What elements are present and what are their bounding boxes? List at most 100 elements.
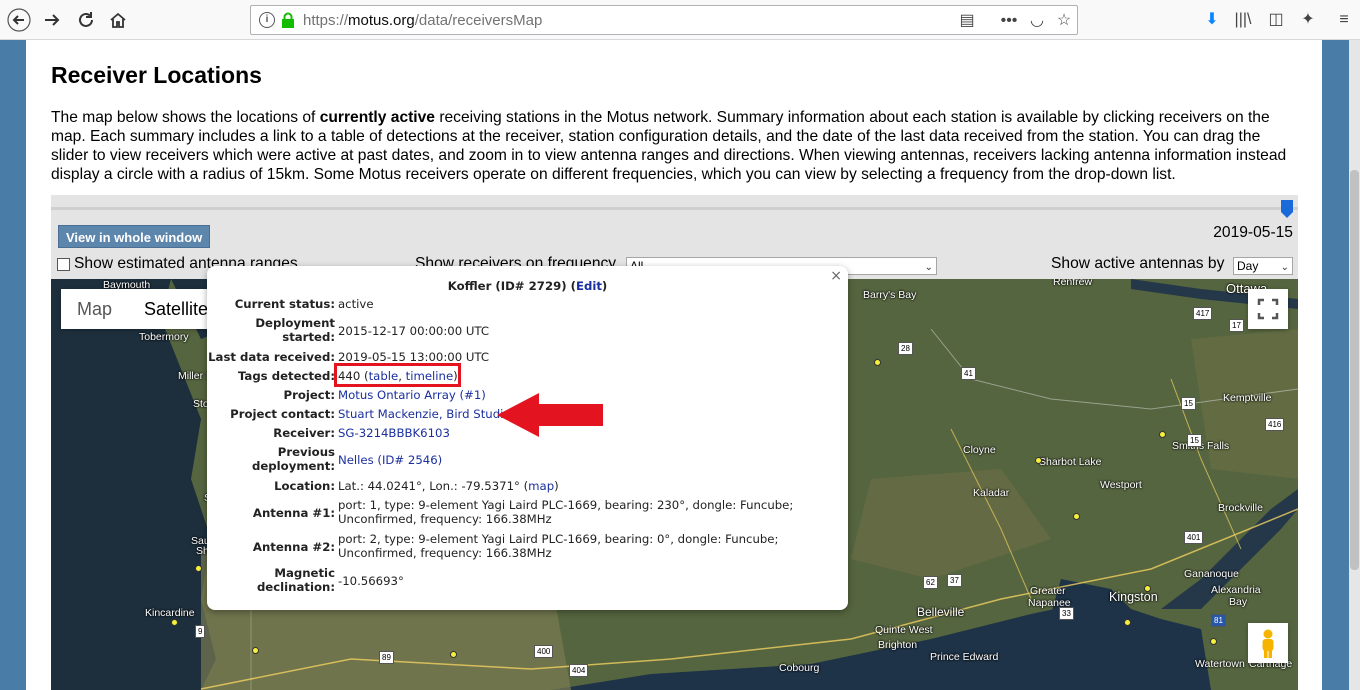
edit-link[interactable]: Edit: [576, 279, 602, 293]
map-place-label: Kemptville: [1223, 392, 1272, 404]
road-shield: 15: [1187, 434, 1202, 447]
active-antennas-value: Day: [1237, 259, 1259, 273]
fullscreen-icon: [1257, 298, 1279, 320]
info-value: 2015-12-17 00:00:00 UTC: [338, 324, 490, 338]
info-key: Last data received:: [208, 350, 335, 364]
info-key: Antenna #1:: [252, 506, 335, 520]
road-shield: 62: [923, 576, 938, 589]
info-key: Antenna #2:: [252, 540, 335, 554]
map-place-label: Quinte West: [875, 624, 933, 636]
info-key: Tags detected:: [237, 369, 335, 383]
map-place-label: Prince Edward: [930, 651, 999, 663]
info-key: Magnetic declination:: [256, 566, 335, 594]
map-place-label: Watertown: [1195, 658, 1245, 670]
previous-deployment-link[interactable]: Nelles (ID# 2546): [338, 453, 442, 467]
receiver-marker[interactable]: [195, 565, 202, 572]
pocket-icon[interactable]: ◡: [1027, 11, 1047, 31]
antenna-ranges-checkbox[interactable]: [57, 258, 70, 271]
receiver-marker[interactable]: [1124, 619, 1131, 626]
info-key: Deployment started:: [255, 316, 335, 344]
site-info-icon[interactable]: i: [259, 12, 275, 28]
view-whole-window-button[interactable]: View in whole window: [58, 225, 211, 248]
pegman-icon: [1262, 629, 1274, 658]
map-place-label: Brighton: [878, 639, 918, 651]
receiver-marker[interactable]: [171, 619, 178, 626]
map-place-label: Alexandria: [1211, 584, 1261, 596]
road-shield: 417: [1193, 307, 1213, 320]
road-shield: 9: [195, 625, 206, 638]
info-value: Lat.: 44.0241°, Lon.: -79.5371° (map): [338, 479, 838, 493]
downloads-icon[interactable]: ⬇: [1201, 9, 1223, 31]
library-icon[interactable]: |||\: [1232, 9, 1254, 31]
lock-icon[interactable]: [281, 12, 295, 28]
forward-button[interactable]: [38, 6, 66, 34]
receiver-marker[interactable]: [1073, 513, 1080, 520]
date-slider-handle[interactable]: [1281, 200, 1293, 218]
sidebar-icon[interactable]: ◫: [1265, 9, 1287, 31]
extension-icon[interactable]: ✦: [1297, 9, 1319, 31]
info-key: Receiver:: [273, 426, 335, 440]
date-slider-track[interactable]: [51, 207, 1298, 210]
project-link[interactable]: Motus Ontario Array (#1): [338, 388, 486, 402]
receiver-link[interactable]: SG-3214BBBK6103: [338, 426, 450, 440]
road-shield: 81: [1211, 614, 1226, 627]
back-arrow-icon: [7, 8, 31, 32]
map-place-label: Kingston: [1109, 590, 1158, 604]
active-antennas-select[interactable]: Day ⌄: [1233, 257, 1293, 275]
map-place-label: Sharbot Lake: [1039, 456, 1102, 468]
info-key: Previous deployment:: [252, 445, 335, 473]
station-name: Koffler (ID# 2729): [447, 279, 567, 293]
map-place-label: Kincardine: [145, 607, 195, 619]
fullscreen-button[interactable]: [1248, 289, 1288, 329]
map-place-label: Greater: [1030, 585, 1066, 597]
location-coords: Lat.: 44.0241°, Lon.: -79.5371° (: [338, 479, 529, 493]
reload-button[interactable]: [72, 6, 100, 34]
bookmark-star-icon[interactable]: ☆: [1054, 11, 1074, 31]
slider-date: 2019-05-15: [1213, 224, 1293, 241]
road-shield: 28: [898, 342, 913, 355]
page-actions-icon[interactable]: •••: [999, 11, 1019, 31]
map-place-label: Cloyne: [963, 444, 996, 456]
map-place-label: Bay: [1229, 596, 1248, 608]
street-view-button[interactable]: [1248, 623, 1288, 663]
road-shield: 416: [1265, 418, 1285, 431]
map-place-label: Westport: [1100, 479, 1142, 491]
map-place-label: Cobourg: [779, 662, 820, 674]
receiver-marker[interactable]: [874, 359, 881, 366]
road-shield: 15: [1181, 397, 1196, 410]
scrollbar-thumb[interactable]: [1350, 170, 1359, 570]
road-shield: 89: [379, 651, 394, 664]
map-place-label: Tobermory: [139, 331, 189, 343]
map-place-label: Kaladar: [973, 487, 1010, 499]
info-value: 2019-05-15 13:00:00 UTC: [338, 350, 490, 364]
receiver-marker[interactable]: [450, 651, 457, 658]
url-host: motus.org: [348, 12, 415, 29]
page-title: Receiver Locations: [51, 62, 262, 88]
map-place-label: Gananoque: [1184, 568, 1239, 580]
address-bar[interactable]: i https://motus.org/data/receiversMap ▤ …: [250, 5, 1078, 35]
active-antennas-label: Show active antennas by: [1051, 255, 1225, 272]
menu-icon[interactable]: ≡: [1333, 9, 1355, 31]
receiver-marker[interactable]: [1144, 585, 1151, 592]
map-place-label: Barry's Bay: [863, 289, 917, 301]
map-type-map-button[interactable]: Map: [61, 289, 128, 329]
home-icon: [110, 12, 126, 28]
url-text[interactable]: https://motus.org/data/receiversMap: [303, 12, 542, 29]
reader-view-icon[interactable]: ▤: [957, 11, 977, 31]
receiver-marker[interactable]: [1210, 638, 1217, 645]
info-key: Current status:: [234, 297, 335, 311]
scrollbar[interactable]: [1349, 40, 1360, 690]
intro-text-1: The map below shows the locations of: [51, 109, 320, 126]
road-shield: 17: [1229, 319, 1244, 332]
intro-bold: currently active: [319, 109, 435, 126]
receiver-marker[interactable]: [252, 647, 259, 654]
back-button[interactable]: [5, 6, 33, 34]
map-link[interactable]: map: [528, 479, 554, 493]
reload-icon: [79, 12, 93, 27]
info-value: active: [338, 297, 374, 311]
url-scheme: https://: [303, 12, 349, 29]
home-button[interactable]: [104, 6, 132, 34]
receiver-marker[interactable]: [1035, 457, 1042, 464]
receiver-marker[interactable]: [1159, 431, 1166, 438]
road-shield: 41: [961, 367, 976, 380]
